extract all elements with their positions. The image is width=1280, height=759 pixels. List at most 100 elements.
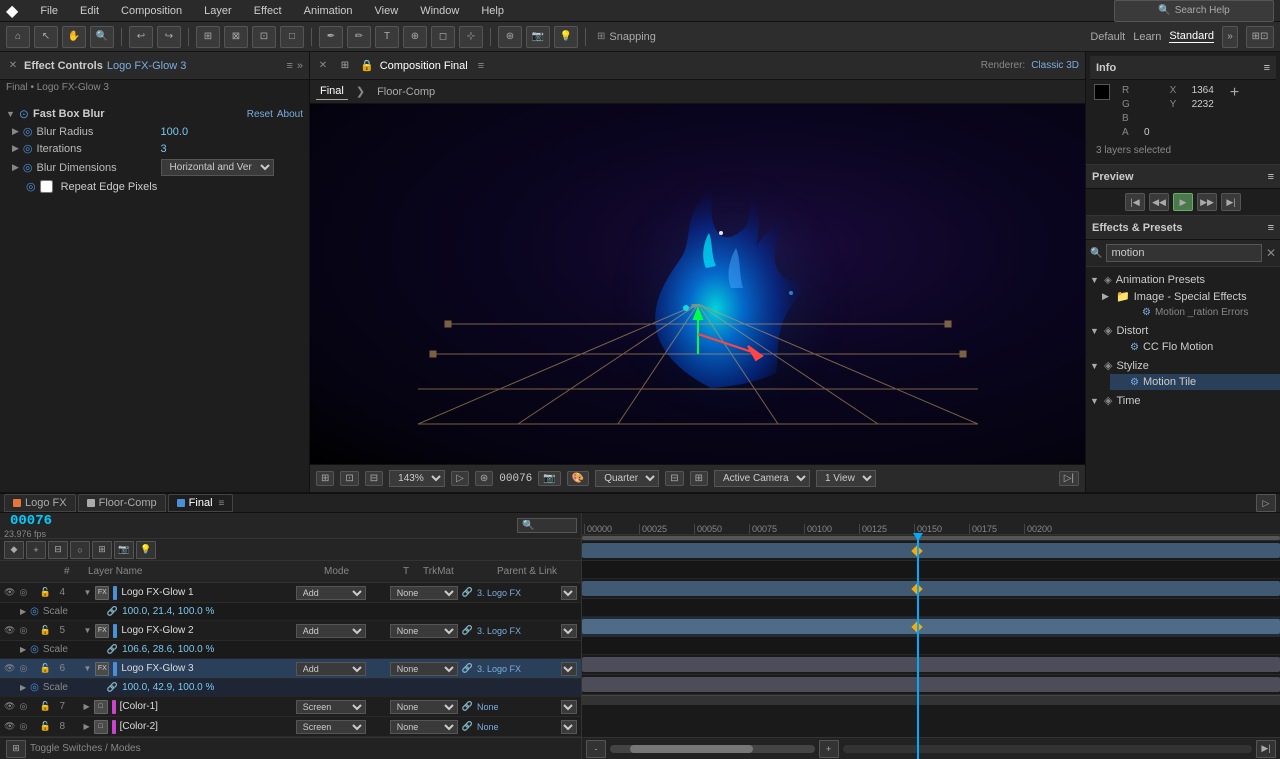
panel-close-btn[interactable]: ✕ (6, 59, 20, 73)
layer4-parent[interactable]: 3. Logo FX (477, 588, 557, 598)
repeat-edge-checkbox[interactable] (40, 180, 53, 193)
blur-radius-expand[interactable]: ▶ (12, 126, 19, 137)
view-count-select[interactable]: 1 View (816, 470, 876, 487)
comp-marker-btn[interactable]: ◆ (4, 541, 24, 559)
layer5-expand[interactable]: ▼ (83, 626, 91, 635)
layer6-mode-select[interactable]: Add (296, 662, 366, 676)
blur-radius-value[interactable]: 100.0 (161, 126, 189, 138)
menu-layer[interactable]: Layer (200, 3, 236, 19)
blur-dim-expand[interactable]: ▶ (12, 162, 19, 173)
layer5-lock[interactable]: 🔓 (39, 625, 55, 636)
anchor-btn[interactable]: ⊛ (498, 26, 522, 48)
layer5-parent-select[interactable]: ▼ (561, 624, 577, 638)
text-btn[interactable]: T (375, 26, 399, 48)
layer6-expand[interactable]: ▼ (83, 664, 91, 673)
add-solid-btn[interactable]: ⊟ (48, 541, 68, 559)
info-menu[interactable]: ≡ (1264, 62, 1270, 74)
layer8-trkmat-select[interactable]: None (390, 720, 458, 734)
comp-settings-btn[interactable]: ⊞ (316, 471, 334, 486)
iterations-expand[interactable]: ▶ (12, 143, 19, 154)
layer6-scale-value[interactable]: 100.0, 42.9, 100.0 % (122, 682, 214, 693)
panel-expand-btn[interactable]: » (297, 60, 303, 72)
layer6-solo[interactable]: ◎ (19, 663, 35, 674)
eraser-btn[interactable]: ◻ (431, 26, 455, 48)
effects-menu[interactable]: ≡ (1268, 222, 1274, 234)
layer7-mode-select[interactable]: Screen (296, 700, 366, 714)
zoom-tool-btn[interactable]: 🔍 (90, 26, 114, 48)
stylize-header[interactable]: ▼ ◈ Stylize (1086, 357, 1280, 374)
search-help-btn[interactable]: 🔍 Search Help (1114, 0, 1274, 22)
time-header[interactable]: ▼ ◈ Time (1086, 392, 1280, 409)
cc-flo-tree-item[interactable]: ⚙ CC Flo Motion (1110, 339, 1280, 355)
layer6-eye[interactable]: 👁 (4, 663, 15, 674)
motion-errors-tree-item[interactable]: ⚙ Motion _ration Errors (1122, 305, 1280, 320)
pen-btn[interactable]: ✒ (319, 26, 343, 48)
layer8-mode-select[interactable]: Screen (296, 720, 366, 734)
settings-btn[interactable]: ⊠ (224, 26, 248, 48)
tab-final-close-btn[interactable]: ≡ (219, 498, 225, 509)
layer8-expand[interactable]: ▶ (83, 722, 89, 731)
animation-presets-header[interactable]: ▼ ◈ Animation Presets (1086, 272, 1280, 288)
undo-btn[interactable]: ↩ (129, 26, 153, 48)
layer7-lock[interactable]: 🔓 (39, 701, 55, 712)
puppet-btn[interactable]: ⊹ (459, 26, 483, 48)
layer7-name[interactable]: [Color-1] (120, 701, 292, 712)
fx-about-btn[interactable]: About (277, 109, 303, 120)
add-color-btn[interactable]: + (1230, 84, 1239, 102)
more-options-btn[interactable]: ⊞⊡ (1246, 26, 1274, 48)
tl-extra-btn[interactable]: ▷ (1256, 494, 1276, 512)
search-clear-btn[interactable]: ✕ (1266, 246, 1276, 260)
skip-to-end-btn[interactable]: ▶| (1221, 193, 1241, 211)
tab-floor-comp[interactable]: Floor-Comp (373, 84, 439, 100)
layer7-trkmat-select[interactable]: None (390, 700, 458, 714)
tab-final[interactable]: Final ≡ (168, 494, 234, 512)
layer5-mode-select[interactable]: Add (296, 624, 366, 638)
go-to-end-btn[interactable]: ▶| (1256, 740, 1276, 758)
skip-to-start-btn[interactable]: |◀ (1125, 193, 1145, 211)
layer4-trkmat-select[interactable]: None (390, 586, 458, 600)
select-btn[interactable]: ↖ (34, 26, 58, 48)
rect-btn[interactable]: □ (280, 26, 304, 48)
menu-file[interactable]: File (36, 3, 62, 19)
layer8-eye[interactable]: 👁 (4, 721, 15, 732)
light-btn[interactable]: 💡 (554, 26, 578, 48)
workspace-standard[interactable]: Standard (1169, 30, 1214, 43)
time-display[interactable]: 00076 (4, 513, 58, 529)
add-camera-btn[interactable]: 📷 (114, 541, 134, 559)
menu-help[interactable]: Help (477, 3, 508, 19)
tl-scroll[interactable] (582, 695, 1280, 705)
add-light-btn[interactable]: 💡 (136, 541, 156, 559)
layer6-parent[interactable]: 3. Logo FX (477, 664, 557, 674)
more-workspaces-btn[interactable]: » (1222, 26, 1238, 48)
layer8-parent-select[interactable]: ▼ (561, 720, 577, 734)
layer4-solo[interactable]: ◎ (19, 587, 35, 598)
layer5-name[interactable]: Logo FX-Glow 2 (121, 625, 291, 636)
menu-edit[interactable]: Edit (76, 3, 103, 19)
layer4-lock[interactable]: 🔓 (39, 587, 55, 598)
layer4-scale-value[interactable]: 100.0, 21.4, 100.0 % (122, 606, 214, 617)
transparency-btn[interactable]: ⊟ (665, 471, 683, 486)
zoom-select[interactable]: 143% (389, 470, 445, 487)
camera-btn[interactable]: 📷 (526, 26, 550, 48)
layer4-name[interactable]: Logo FX-Glow 1 (121, 587, 291, 598)
layer6-lock[interactable]: 🔓 (39, 663, 55, 674)
clone-btn[interactable]: ⊕ (403, 26, 427, 48)
color-swatch[interactable] (1094, 84, 1110, 100)
tab-logo-fx[interactable]: Logo FX (4, 494, 76, 512)
scroll-bar[interactable] (843, 745, 1252, 753)
grid-btn[interactable]: ⊡ (252, 26, 276, 48)
add-shape-btn[interactable]: ○ (70, 541, 90, 559)
color-display-btn[interactable]: 🎨 (567, 471, 589, 486)
comp-view-btn[interactable]: ⊡ (340, 471, 358, 486)
play-btn[interactable]: ▶ (1173, 193, 1193, 211)
zoom-out-btn[interactable]: - (586, 740, 606, 758)
motion-tile-tree-item[interactable]: ⚙ Motion Tile (1110, 374, 1280, 390)
quality-select[interactable]: Quarter (595, 470, 659, 487)
preview-mode-btn[interactable]: ▷ (451, 471, 469, 486)
layer-search-input[interactable] (517, 518, 577, 533)
panel-menu-btn[interactable]: ≡ (286, 60, 292, 72)
tab-floor-comp[interactable]: Floor-Comp (78, 494, 166, 512)
hand-btn[interactable]: ✋ (62, 26, 86, 48)
tab-final[interactable]: Final (316, 83, 348, 100)
brush-btn[interactable]: ✏ (347, 26, 371, 48)
